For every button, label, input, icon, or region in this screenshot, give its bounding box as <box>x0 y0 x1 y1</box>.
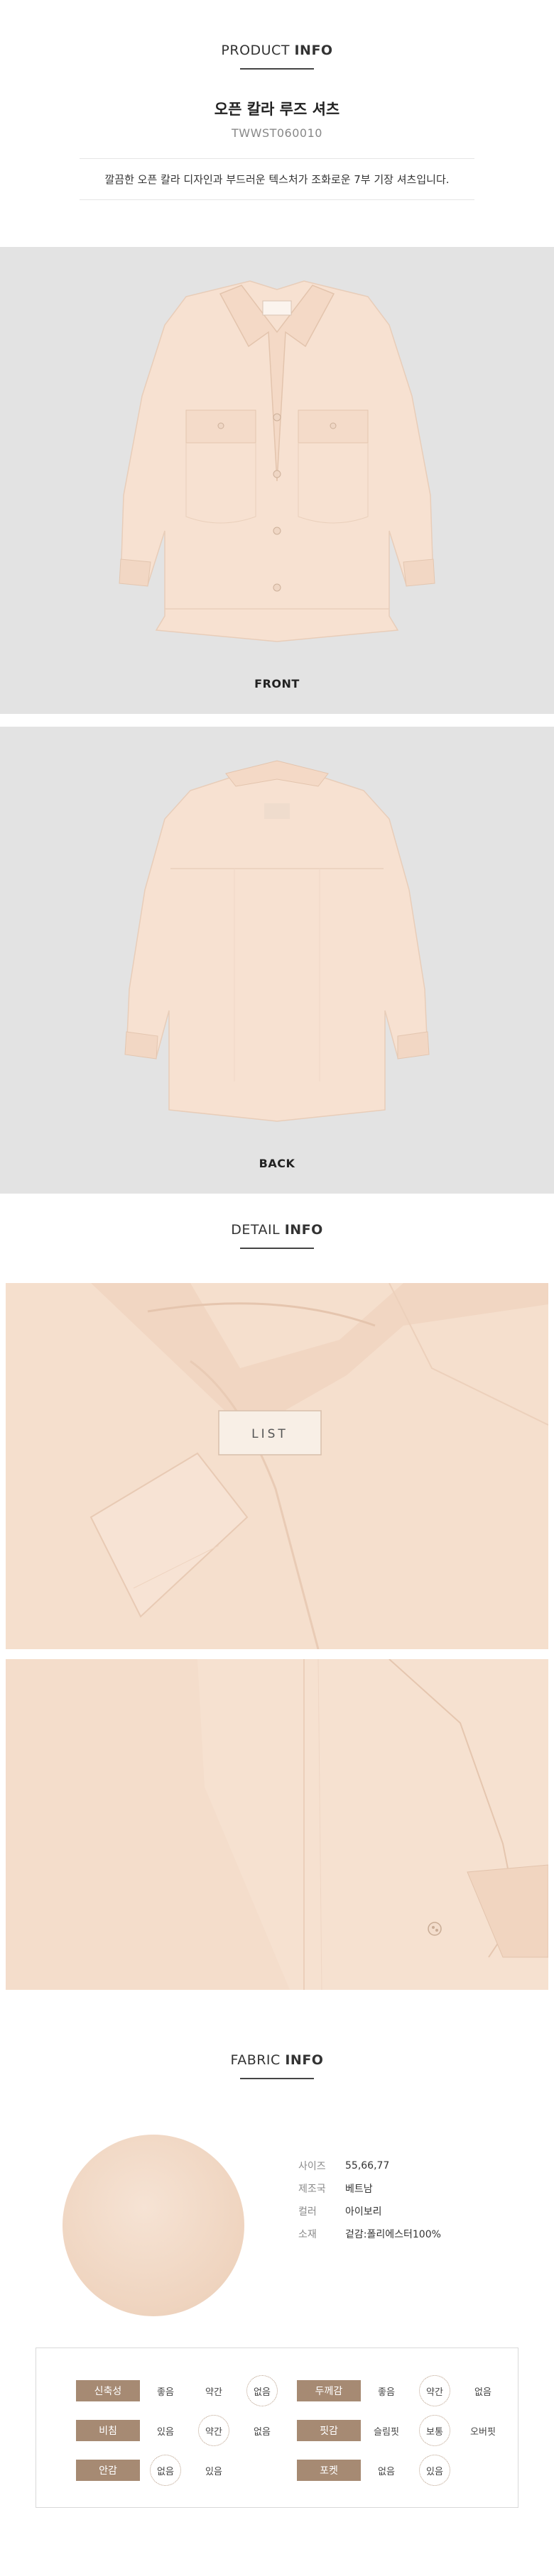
attribute-label: 포켓 <box>297 2460 361 2481</box>
attribute-label: 두께감 <box>297 2380 361 2401</box>
attribute-option: 없음 <box>378 2466 395 2477</box>
label-tag-text: LIST <box>251 1427 288 1441</box>
product-info-section: PRODUCT INFO 오픈 칼라 루즈 셔츠 TWWST060010 깔끔한… <box>0 0 554 247</box>
attribute-option: 없음 <box>474 2387 491 2398</box>
spec-row-color: 컬러 아이보리 <box>298 2206 382 2218</box>
attribute-sheer: 비침 있음 약간 없음 <box>76 2415 297 2446</box>
attribute-option: 오버핏 <box>470 2426 496 2438</box>
front-photo: FRONT <box>0 247 554 714</box>
attribute-stretch: 신축성 좋음 약간 없음 <box>76 2375 297 2406</box>
title-underline <box>240 68 314 70</box>
detail-info-section: DETAIL INFO LIST <box>0 1194 554 1990</box>
detail-sleeve-image <box>6 1659 548 1990</box>
product-code: TWWST060010 <box>232 126 322 140</box>
attribute-option-selected: 약간 <box>419 2375 450 2406</box>
attribute-option-selected: 보통 <box>419 2415 450 2446</box>
attribute-option-selected: 약간 <box>198 2415 229 2446</box>
attribute-label: 비침 <box>76 2420 140 2441</box>
attribute-option: 슬림핏 <box>374 2426 399 2438</box>
attribute-pocket: 포켓 없음 있음 <box>297 2455 518 2486</box>
attribute-option: 좋음 <box>157 2387 174 2398</box>
front-shirt-image <box>119 280 435 642</box>
attribute-row: 신축성 좋음 약간 없음 두께감 좋음 약간 없음 <box>76 2371 518 2411</box>
description-box: 깔끔한 오픈 칼라 디자인과 부드러운 텍스처가 조화로운 7부 기장 셔츠입니… <box>80 158 474 200</box>
back-shirt-image <box>124 760 430 1122</box>
product-description: 깔끔한 오픈 칼라 디자인과 부드러운 텍스처가 조화로운 7부 기장 셔츠입니… <box>104 173 450 186</box>
spec-table: 사이즈 55,66,77 제조국 베트남 컬러 아이보리 소재 겉감:폴리에스터… <box>298 2154 441 2245</box>
product-info-title: PRODUCT INFO <box>221 43 333 58</box>
attribute-lining: 안감 없음 있음 <box>76 2455 297 2486</box>
fabric-info-section: FABRIC INFO 사이즈 55,66,77 제조국 베트남 컬러 아이보리… <box>0 1990 554 2576</box>
spec-row-size: 사이즈 55,66,77 <box>298 2160 390 2172</box>
attribute-option-selected: 있음 <box>419 2455 450 2486</box>
fabric-body: 사이즈 55,66,77 제조국 베트남 컬러 아이보리 소재 겉감:폴리에스터… <box>0 2103 554 2319</box>
attribute-label: 안감 <box>76 2460 140 2481</box>
attribute-option: 있음 <box>205 2466 222 2477</box>
attribute-row: 비침 있음 약간 없음 핏감 슬림핏 보통 오버핏 <box>76 2411 518 2450</box>
attribute-thickness: 두께감 좋음 약간 없음 <box>297 2375 518 2406</box>
fabric-info-title: FABRIC INFO <box>230 2052 324 2068</box>
attribute-option: 좋음 <box>378 2387 395 2398</box>
attribute-option-selected: 없음 <box>150 2455 181 2486</box>
back-caption: BACK <box>259 1157 295 1170</box>
back-photo: BACK <box>0 727 554 1194</box>
product-name: 오픈 칼라 루즈 셔츠 <box>214 101 340 118</box>
title-underline <box>240 1248 314 1249</box>
attribute-option: 약간 <box>205 2387 222 2398</box>
attribute-option: 없음 <box>254 2426 271 2438</box>
attribute-label: 신축성 <box>76 2380 140 2401</box>
detail-info-title: DETAIL INFO <box>231 1222 323 1238</box>
attribute-row: 안감 없음 있음 포켓 없음 있음 <box>76 2450 518 2490</box>
attribute-fit: 핏감 슬림핏 보통 오버핏 <box>297 2415 518 2446</box>
spec-row-material: 소재 겉감:폴리에스터100% <box>298 2229 441 2240</box>
title-underline <box>240 2078 314 2079</box>
attribute-option: 있음 <box>157 2426 174 2438</box>
detail-collar-image: LIST <box>6 1283 548 1649</box>
spec-row-origin: 제조국 베트남 <box>298 2184 373 2195</box>
front-caption: FRONT <box>254 677 300 690</box>
attribute-label: 핏감 <box>297 2420 361 2441</box>
fabric-swatch-image <box>63 2135 244 2316</box>
attribute-option-selected: 없음 <box>246 2375 278 2406</box>
attribute-table: 신축성 좋음 약간 없음 두께감 좋음 약간 없음 비침 있음 약간 없음 핏감… <box>36 2347 518 2508</box>
